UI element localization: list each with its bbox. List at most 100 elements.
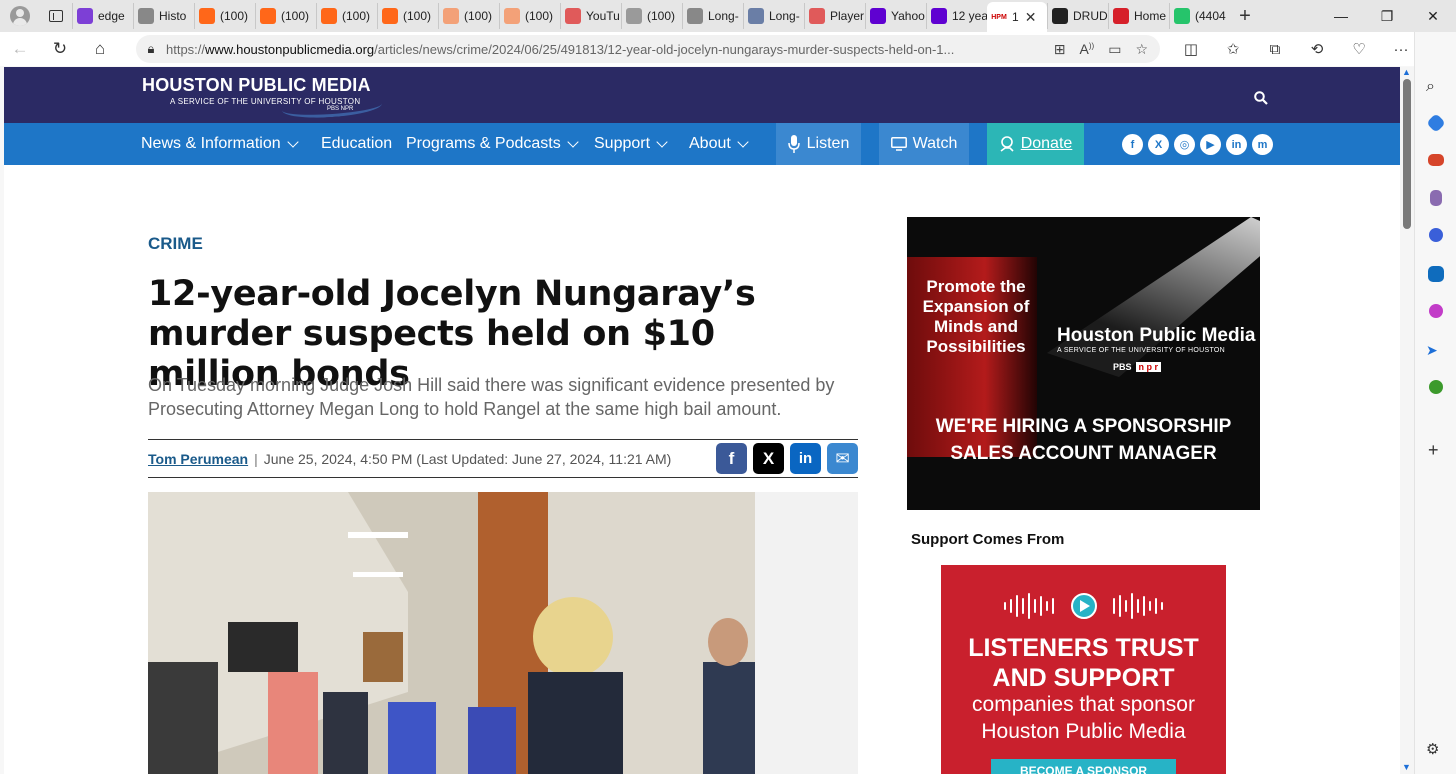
nav-education[interactable]: Education <box>321 123 392 165</box>
yahoo-icon <box>77 8 93 24</box>
email-share-button[interactable]: ✉ <box>827 443 858 474</box>
browser-tab[interactable]: Home <box>1108 3 1169 29</box>
history-icon[interactable]: ⟲ <box>1296 40 1338 58</box>
article-category[interactable]: CRIME <box>148 234 203 254</box>
outlook-icon[interactable] <box>1428 266 1444 282</box>
browser-tab[interactable]: (100) <box>621 3 682 29</box>
browser-tab[interactable]: (100) <box>255 3 316 29</box>
x-share-button[interactable]: X <box>753 443 784 474</box>
games-icon[interactable] <box>1430 190 1442 206</box>
substack-icon <box>504 8 520 24</box>
linkedin-share-button[interactable]: in <box>790 443 821 474</box>
microsoft365-icon[interactable] <box>1429 228 1443 242</box>
sidebar-settings-icon[interactable]: ⚙ <box>1426 740 1446 760</box>
address-bar[interactable]: 🔒︎ https://www.houstonpublicmedia.org/ar… <box>136 35 1160 63</box>
favorite-star-icon[interactable]: ☆ <box>1135 41 1148 58</box>
facebook-icon[interactable]: f <box>1122 134 1143 155</box>
linkedin-icon[interactable]: in <box>1226 134 1247 155</box>
collections-icon[interactable]: ⧉ <box>1254 41 1296 58</box>
tab-actions-button[interactable] <box>40 0 72 32</box>
browser-tab[interactable]: (100) <box>316 3 377 29</box>
browser-tab[interactable]: edge <box>72 3 133 29</box>
browser-tab[interactable]: DRUD <box>1047 3 1108 29</box>
browser-tab[interactable]: Long- <box>743 3 804 29</box>
minimize-button[interactable]: — <box>1318 0 1364 32</box>
page-scrollbar[interactable]: ▲ ▼ <box>1400 67 1414 774</box>
browser-tab[interactable]: YouTu <box>560 3 621 29</box>
sponsor-ad[interactable]: LISTENERS TRUST AND SUPPORT companies th… <box>941 565 1226 774</box>
nav-programs-podcasts[interactable]: Programs & Podcasts <box>406 123 579 165</box>
browser-tab[interactable]: (100) <box>438 3 499 29</box>
logo-title: HOUSTON PUBLIC MEDIA <box>142 75 371 95</box>
facebook-share-button[interactable]: f <box>716 443 747 474</box>
shopping-icon[interactable] <box>1426 113 1446 133</box>
favorites-icon[interactable]: ✩ <box>1212 40 1254 58</box>
designer-icon[interactable] <box>1429 304 1443 318</box>
browser-tab[interactable]: (100) <box>499 3 560 29</box>
add-sidebar-app-icon[interactable]: + <box>1428 440 1448 460</box>
read-aloud-icon[interactable]: A)) <box>1080 41 1095 57</box>
tree-icon[interactable] <box>1429 380 1443 394</box>
author-link[interactable]: Tom Perumean <box>148 451 248 467</box>
tab-title: (100) <box>281 9 310 23</box>
browser-tab[interactable]: HPM 1 ✕ <box>987 2 1047 32</box>
tab-title: Yahoo <box>891 9 925 23</box>
tools-icon[interactable] <box>1428 154 1444 166</box>
x-icon[interactable]: X <box>1148 134 1169 155</box>
split-screen-icon[interactable]: ◫ <box>1170 40 1212 58</box>
immersive-reader-icon[interactable]: ▭ <box>1108 41 1121 58</box>
mastodon-icon[interactable]: m <box>1252 134 1273 155</box>
g-icon <box>1174 8 1190 24</box>
substack-icon <box>260 8 276 24</box>
nav-support[interactable]: Support <box>594 123 668 165</box>
site-header: HOUSTON PUBLIC MEDIA A SERVICE OF THE UN… <box>4 67 1400 123</box>
article-photo[interactable] <box>148 492 755 774</box>
browser-tab[interactable]: Histo <box>133 3 194 29</box>
history-icon <box>138 8 154 24</box>
browser-tab[interactable]: (4404 <box>1169 3 1230 29</box>
watch-button[interactable]: Watch <box>879 123 969 165</box>
youtube-icon[interactable]: ▶ <box>1200 134 1221 155</box>
scroll-up-icon[interactable]: ▲ <box>1402 67 1411 77</box>
nav-education-label: Education <box>321 135 393 152</box>
back-button[interactable]: ← <box>0 32 40 66</box>
chevron-down-icon <box>567 135 579 148</box>
close-window-button[interactable]: ✕ <box>1410 0 1456 32</box>
app-available-icon[interactable]: ⊞ <box>1054 41 1066 58</box>
become-sponsor-button[interactable]: BECOME A SPONSOR <box>991 759 1176 774</box>
new-tab-button[interactable]: + <box>1230 5 1260 28</box>
browser-tab[interactable]: Long- <box>682 3 743 29</box>
tab-title: Long- <box>708 9 739 23</box>
lock-icon[interactable]: 🔒︎ <box>136 41 166 57</box>
browser-window: edge Histo (100) (100) (100) (100) (100) (100) Y… <box>0 0 1456 774</box>
restore-button[interactable]: ❐ <box>1364 0 1410 32</box>
close-tab-icon[interactable]: ✕ <box>1025 9 1037 26</box>
monitor-icon <box>890 137 907 151</box>
browser-tab[interactable]: 12 yea <box>926 3 987 29</box>
donate-button[interactable]: Donate <box>987 123 1084 165</box>
profile-button[interactable] <box>0 0 40 32</box>
refresh-button[interactable]: ↻ <box>40 32 80 66</box>
search-icon[interactable]: ⌕ <box>1426 78 1446 98</box>
url-text[interactable]: https://www.houstonpublicmedia.org/artic… <box>166 42 996 57</box>
instagram-icon[interactable]: ◎ <box>1174 134 1195 155</box>
site-logo[interactable]: HOUSTON PUBLIC MEDIA A SERVICE OF THE UN… <box>142 75 383 121</box>
listen-button[interactable]: Listen <box>776 123 861 165</box>
browser-essentials-icon[interactable]: ♡ <box>1338 40 1380 58</box>
reader-icon <box>626 8 642 24</box>
nav-news-information[interactable]: News & Information <box>141 123 299 165</box>
home-button[interactable]: ⌂ <box>80 32 120 66</box>
telegram-icon[interactable]: ➤ <box>1426 342 1446 362</box>
scrollbar-thumb[interactable] <box>1403 79 1411 229</box>
tab-title: (100) <box>220 9 249 23</box>
tab-title: (100) <box>342 9 371 23</box>
browser-tab[interactable]: (100) <box>377 3 438 29</box>
scroll-down-icon[interactable]: ▼ <box>1402 762 1411 772</box>
hiring-ad[interactable]: Promote the Expansion of Minds and Possi… <box>907 217 1260 510</box>
browser-tab[interactable]: Yahoo <box>865 3 926 29</box>
search-icon[interactable] <box>1254 91 1268 105</box>
watch-label: Watch <box>912 135 958 152</box>
nav-about[interactable]: About <box>689 123 749 165</box>
browser-tab[interactable]: (100) <box>194 3 255 29</box>
browser-tab[interactable]: Player <box>804 3 865 29</box>
